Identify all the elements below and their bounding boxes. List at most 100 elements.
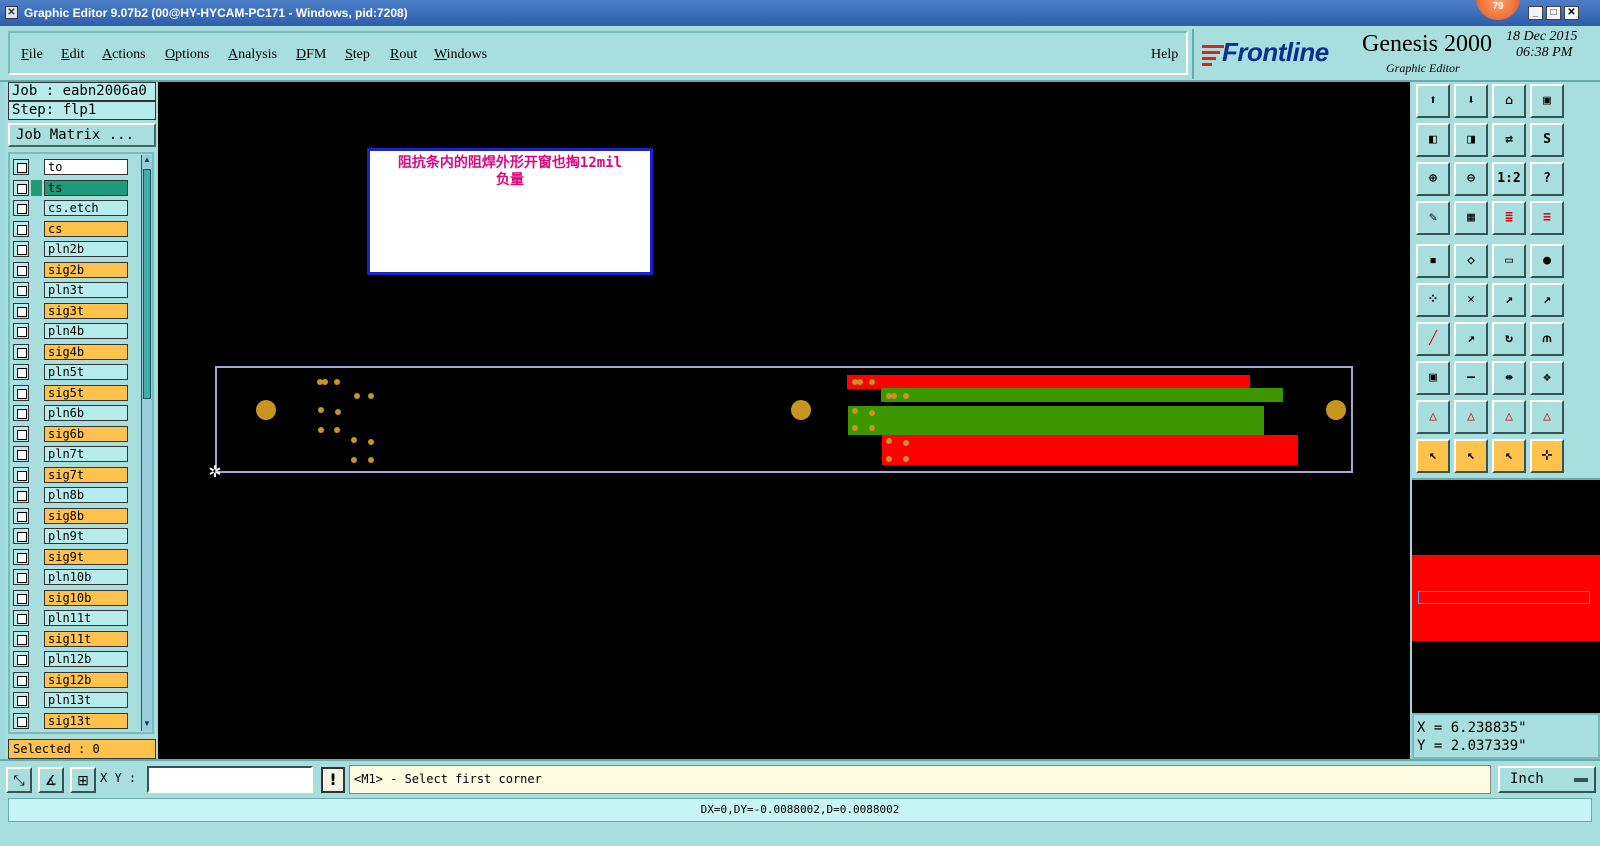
- small-pad[interactable]: [852, 425, 858, 431]
- layer-checkbox[interactable]: [13, 200, 29, 216]
- layer-name[interactable]: pln13t: [44, 692, 128, 708]
- layer-checkbox[interactable]: [13, 323, 29, 339]
- measure-icon[interactable]: ✎: [1416, 201, 1450, 235]
- impedance-strip[interactable]: [881, 388, 1283, 402]
- layer-name[interactable]: sig6b: [44, 425, 128, 442]
- layer-row[interactable]: cs.etch: [13, 199, 131, 217]
- fiducial-pad[interactable]: [1326, 400, 1346, 420]
- menu-edit[interactable]: Edit: [61, 47, 84, 63]
- layer-checkbox[interactable]: [13, 528, 29, 544]
- layer-row[interactable]: pln10b: [13, 568, 131, 586]
- app-icon[interactable]: ✕: [5, 6, 18, 19]
- layer-row[interactable]: to: [13, 158, 131, 176]
- group-icon[interactable]: ❖: [1530, 361, 1564, 395]
- select-hex-icon[interactable]: ↖: [1492, 439, 1526, 473]
- triangle2-icon[interactable]: △: [1454, 400, 1488, 434]
- snap-angle-icon[interactable]: ∡: [38, 767, 64, 793]
- layer-row[interactable]: sig10b: [13, 589, 131, 607]
- layer-name[interactable]: pln2b: [44, 241, 128, 257]
- layer-checkbox[interactable]: [13, 466, 29, 483]
- layer-name[interactable]: sig13t: [44, 712, 128, 729]
- graphic-canvas[interactable]: 阻抗条内的阻焊外形开窗也掏12mil 负量 ✲: [158, 82, 1410, 759]
- layer-row[interactable]: ts: [13, 179, 131, 197]
- layer-row[interactable]: pln3t: [13, 281, 131, 299]
- layer-row[interactable]: cs: [13, 220, 131, 238]
- polygon-icon[interactable]: ◇: [1454, 244, 1488, 278]
- window-icon[interactable]: ▣: [1530, 84, 1564, 118]
- line-icon[interactable]: ╱: [1416, 322, 1450, 356]
- small-pad[interactable]: [318, 427, 324, 433]
- units-select[interactable]: Inch: [1498, 766, 1596, 793]
- menu-windows[interactable]: Windows: [434, 47, 487, 63]
- layer-row[interactable]: sig11t: [13, 630, 131, 648]
- zoom-out-icon[interactable]: ⊖: [1454, 162, 1488, 196]
- impedance-strip[interactable]: [847, 375, 1250, 389]
- small-pad[interactable]: [869, 379, 875, 385]
- small-pad[interactable]: [903, 440, 909, 446]
- layer-name[interactable]: cs: [44, 220, 128, 237]
- small-pad[interactable]: [891, 393, 897, 399]
- layer-row[interactable]: pln13t: [13, 691, 131, 709]
- small-pad[interactable]: [368, 393, 374, 399]
- layer-name[interactable]: sig12b: [44, 671, 128, 688]
- rotate-icon[interactable]: ↻: [1492, 322, 1526, 356]
- layer-scrollbar[interactable]: ▲ ▼: [141, 155, 152, 731]
- layer-checkbox[interactable]: [13, 364, 29, 380]
- layer-checkbox[interactable]: [13, 179, 29, 196]
- minus-icon[interactable]: —: [1454, 361, 1488, 395]
- layers-icon[interactable]: ≣: [1492, 201, 1526, 235]
- notification-badge[interactable]: 79: [1476, 0, 1520, 20]
- layer-checkbox[interactable]: [13, 487, 29, 503]
- maximize-button[interactable]: □: [1546, 6, 1561, 20]
- snap-icon[interactable]: S: [1530, 123, 1564, 157]
- layer-row[interactable]: pln4b: [13, 322, 131, 340]
- layer-row[interactable]: sig6b: [13, 425, 131, 443]
- small-pad[interactable]: [886, 438, 892, 444]
- select-icon[interactable]: ↖: [1416, 439, 1450, 473]
- layer-checkbox[interactable]: [13, 651, 29, 667]
- small-pad[interactable]: [869, 410, 875, 416]
- layer-checkbox[interactable]: [13, 692, 29, 708]
- small-pad[interactable]: [334, 427, 340, 433]
- layer-row[interactable]: pln6b: [13, 404, 131, 422]
- small-pad[interactable]: [869, 425, 875, 431]
- small-pad[interactable]: [318, 407, 324, 413]
- minimize-button[interactable]: _: [1528, 6, 1543, 20]
- layer-checkbox[interactable]: [13, 548, 29, 565]
- menu-file[interactable]: File: [21, 47, 43, 63]
- alert-icon[interactable]: !: [321, 767, 345, 793]
- small-pad[interactable]: [368, 457, 374, 463]
- grid-icon[interactable]: ▦: [1454, 201, 1488, 235]
- menu-rout[interactable]: Rout: [390, 47, 417, 63]
- pad-icon[interactable]: ▪: [1416, 244, 1450, 278]
- small-pad[interactable]: [857, 379, 863, 385]
- menu-help[interactable]: Help: [1151, 47, 1178, 63]
- layer-row[interactable]: pln11t: [13, 609, 131, 627]
- layer-checkbox[interactable]: [13, 220, 29, 237]
- small-pad[interactable]: [903, 456, 909, 462]
- layer-checkbox[interactable]: [13, 343, 29, 360]
- layer-row[interactable]: sig2b: [13, 261, 131, 279]
- menu-actions[interactable]: Actions: [102, 47, 146, 63]
- layer-name[interactable]: sig10b: [44, 589, 128, 606]
- help-icon[interactable]: ?: [1530, 162, 1564, 196]
- layer-name[interactable]: ts: [44, 179, 128, 196]
- node-icon[interactable]: ↗: [1492, 283, 1526, 317]
- layer-checkbox[interactable]: [13, 384, 29, 401]
- move-right-icon[interactable]: ◨: [1454, 123, 1488, 157]
- layer-row[interactable]: sig12b: [13, 671, 131, 689]
- move-left-icon[interactable]: ◧: [1416, 123, 1450, 157]
- layer-checkbox[interactable]: [13, 159, 29, 175]
- copy-icon[interactable]: ⬆: [1416, 84, 1450, 118]
- layer-checkbox[interactable]: [13, 282, 29, 298]
- impedance-strip[interactable]: [882, 435, 1298, 465]
- small-pad[interactable]: [886, 456, 892, 462]
- scroll-down-icon[interactable]: ▼: [142, 719, 152, 731]
- node2-icon[interactable]: ↗: [1530, 283, 1564, 317]
- menu-step[interactable]: Step: [345, 47, 370, 63]
- small-pad[interactable]: [351, 457, 357, 463]
- ruler-icon[interactable]: ▭: [1492, 244, 1526, 278]
- small-pad[interactable]: [852, 408, 858, 414]
- home-icon[interactable]: ⌂: [1492, 84, 1526, 118]
- triangle-icon[interactable]: △: [1416, 400, 1450, 434]
